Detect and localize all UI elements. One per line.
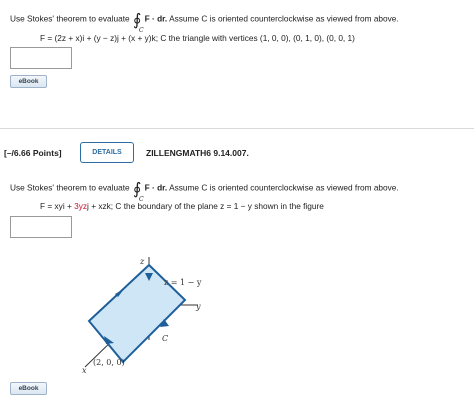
question-2-formula: F = xyi + 3yzj + xzk; C the boundary of … — [40, 201, 324, 211]
q2-formula-red: 3yz — [74, 201, 88, 211]
answer-input-2[interactable] — [10, 216, 72, 238]
q1-after: Assume C is oriented counterclockwise as… — [169, 13, 399, 24]
question-1-prompt: Use Stokes' theorem to evaluate ∮ C F · d… — [10, 10, 399, 34]
y-axis-label: y — [195, 302, 201, 311]
line-integral-symbol: ∮ C — [132, 10, 144, 34]
line-integral-symbol-2: ∮ C — [132, 179, 144, 203]
points-label: [–/6.66 Points] — [4, 148, 62, 158]
q2-after: Assume C is oriented counterclockwise as… — [169, 182, 399, 193]
question-2-prompt: Use Stokes' theorem to evaluate ∮ C F · d… — [10, 179, 399, 203]
plane-figure: z y x z = 1 − y C (2, 0, 0) — [82, 257, 202, 375]
x-axis-label: x — [82, 366, 87, 375]
question-divider — [0, 128, 474, 129]
ebook-button-2[interactable]: eBook — [10, 382, 47, 395]
point-label: (2, 0, 0) — [93, 358, 125, 367]
plane-equation-label: z = 1 − y — [164, 278, 202, 287]
q2-intro: Use Stokes' theorem to evaluate — [10, 182, 130, 193]
details-button[interactable]: DETAILS — [80, 142, 134, 163]
ebook-button-1[interactable]: eBook — [10, 75, 47, 88]
q1-intro: Use Stokes' theorem to evaluate — [10, 13, 130, 24]
question-id: ZILLENGMATH6 9.14.007. — [146, 148, 249, 158]
z-axis-label: z — [139, 257, 145, 266]
q2-formula-prefix: F = xyi + — [40, 201, 75, 211]
question-1-formula: F = (2z + x)i + (y − z)j + (x + y)k; C t… — [40, 33, 355, 43]
q2-integrand: F · dr. — [144, 182, 168, 193]
curve-label: C — [162, 334, 168, 343]
q2-formula-suffix: j + xzk; C the boundary of the plane z =… — [87, 201, 324, 211]
q1-integrand: F · dr. — [144, 13, 168, 24]
answer-input-1[interactable] — [10, 47, 72, 69]
